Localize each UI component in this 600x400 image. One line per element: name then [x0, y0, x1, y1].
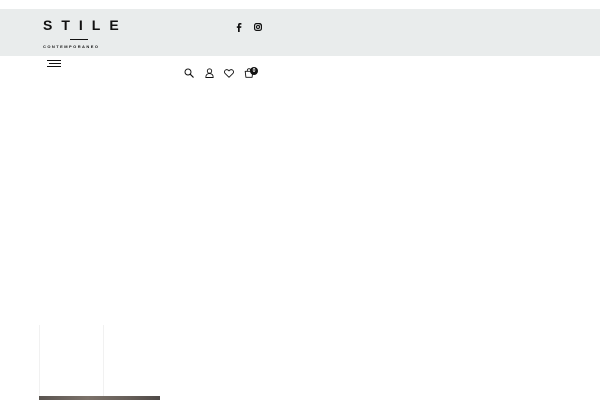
cart-count-badge: 0 — [250, 67, 258, 75]
search-icon — [184, 68, 194, 78]
site-logo[interactable]: STILE CONTEMPORANEO — [43, 16, 119, 49]
search-button[interactable] — [182, 66, 196, 80]
top-bar: STILE CONTEMPORANEO — [0, 9, 600, 56]
heart-icon — [224, 68, 234, 78]
logo-wordmark: STILE — [43, 17, 128, 33]
column-divider-left — [39, 325, 40, 397]
wishlist-button[interactable] — [222, 66, 236, 80]
menu-line-bottom — [47, 66, 61, 67]
product-image[interactable] — [39, 396, 160, 400]
facebook-icon — [236, 22, 242, 32]
instagram-icon — [254, 23, 262, 31]
menu-line-middle — [49, 63, 61, 64]
menu-button[interactable] — [45, 58, 63, 70]
logo-divider — [70, 39, 88, 40]
account-button[interactable] — [202, 66, 216, 80]
instagram-link[interactable] — [252, 21, 264, 33]
user-icon — [204, 68, 214, 78]
menu-line-top — [47, 60, 61, 61]
logo-tagline: CONTEMPORANEO — [43, 44, 100, 49]
facebook-link[interactable] — [233, 21, 245, 33]
column-divider-right — [103, 325, 104, 397]
